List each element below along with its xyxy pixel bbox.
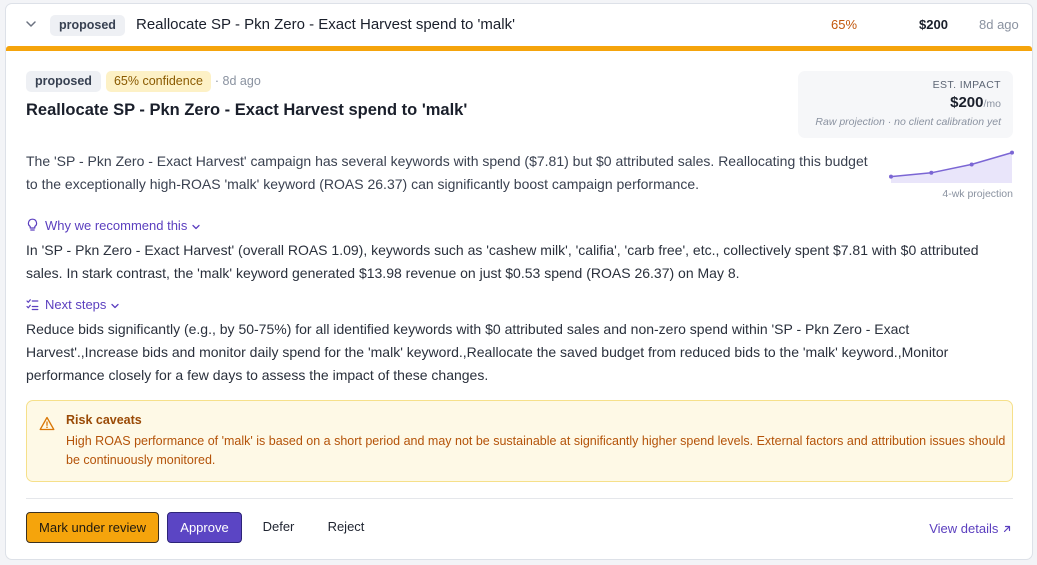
sparkline-point [969, 162, 974, 167]
detail-title: Reallocate SP - Pkn Zero - Exact Harvest… [26, 101, 468, 119]
row-amount: $200 [919, 17, 948, 32]
risk-body: High ROAS performance of 'malk' is based… [66, 434, 1006, 467]
why-body: In 'SP - Pkn Zero - Exact Harvest' (over… [26, 242, 979, 281]
sparkline-label: 4-wk projection [942, 188, 1013, 200]
risk-callout: Risk caveats High ROAS performance of 'm… [26, 400, 1013, 482]
sparkline-point [889, 174, 893, 179]
sparkline-point [1010, 150, 1014, 155]
next-steps-label: Next steps [45, 297, 107, 312]
row-title: Reallocate SP - Pkn Zero - Exact Harvest… [136, 16, 515, 33]
sparkline-point [929, 170, 934, 175]
confidence-badge: 65% confidence [105, 71, 211, 92]
status-badge: proposed [26, 71, 101, 92]
why-toggle[interactable]: Why we recommend this [26, 218, 201, 233]
external-arrow-icon [1003, 525, 1011, 533]
detail-panel: proposed 65% confidence · 8d ago Reallocat… [6, 51, 1032, 559]
status-badge: proposed [50, 15, 125, 36]
chevron-down-icon[interactable] [24, 17, 38, 31]
chevron-down-icon [111, 303, 120, 309]
impact-note: Raw projection · no client calibration y… [815, 116, 1001, 128]
approve-button[interactable]: Approve [167, 512, 242, 543]
view-details-label: View details [929, 521, 999, 536]
reject-button[interactable]: Reject [316, 512, 376, 543]
impact-label: EST. IMPACT [932, 79, 1001, 91]
projection-sparkline [889, 150, 1014, 183]
warning-icon [39, 416, 55, 431]
view-details-link[interactable]: View details [929, 521, 1012, 536]
divider [26, 498, 1013, 499]
impact-box: EST. IMPACT $200/mo Raw projection · no … [798, 71, 1013, 138]
lightbulb-icon [27, 218, 38, 231]
checklist-icon [26, 299, 39, 311]
row-confidence: 65% [831, 17, 858, 32]
next-steps-body: Reduce bids significantly (e.g., by 50-7… [26, 321, 949, 383]
description: The 'SP - Pkn Zero - Exact Harvest' camp… [26, 153, 868, 192]
recommendation-card: proposed Reallocate SP - Pkn Zero - Exac… [5, 3, 1033, 560]
mark-under-review-button[interactable]: Mark under review [26, 512, 159, 543]
recommendation-row[interactable]: proposed Reallocate SP - Pkn Zero - Exac… [6, 4, 1032, 46]
impact-value-line: $200/mo [798, 94, 1001, 111]
impact-unit: /mo [983, 98, 1001, 110]
chevron-down-icon [192, 224, 200, 230]
next-steps-toggle[interactable]: Next steps [26, 297, 120, 312]
detail-meta: proposed 65% confidence · 8d ago [26, 71, 261, 92]
detail-age: · 8d ago [214, 74, 261, 88]
impact-value: $200 [950, 94, 984, 111]
row-age: 8d ago [979, 17, 1019, 32]
defer-button[interactable]: Defer [251, 512, 306, 543]
why-label: Why we recommend this [45, 218, 188, 233]
risk-title: Risk caveats [66, 413, 142, 427]
